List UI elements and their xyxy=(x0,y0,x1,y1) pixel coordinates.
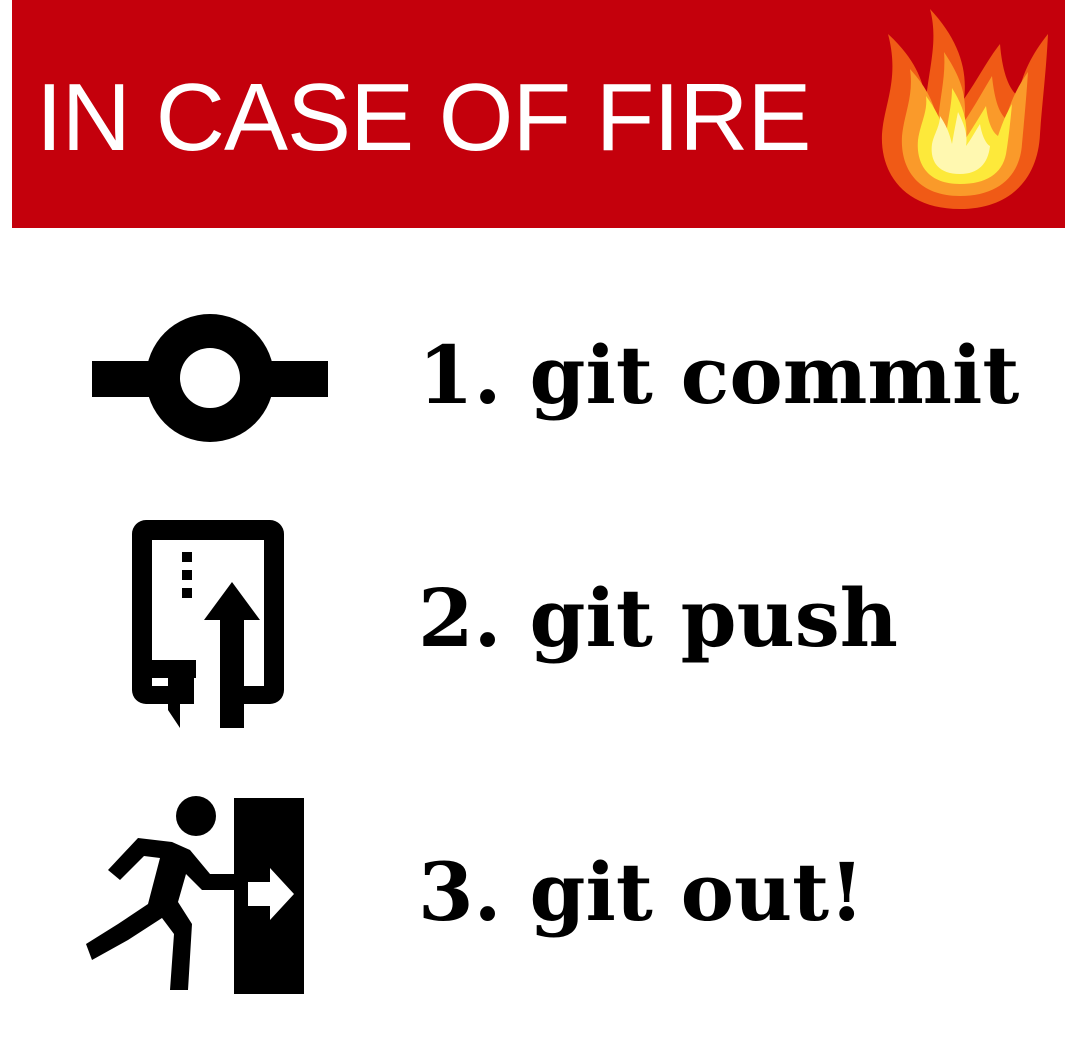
step-number: 3. xyxy=(418,845,502,939)
fire-sign: IN CASE OF FIRE 1. git commit 2. git pus… xyxy=(0,0,1080,1063)
elevator-up-icon xyxy=(132,520,284,728)
step-label: 3. git out! xyxy=(418,842,864,942)
step-command: git commit xyxy=(529,328,1020,422)
step-number: 2. xyxy=(418,571,502,665)
step-commit: 1. git commit xyxy=(0,275,1080,475)
step-push: 2. git push xyxy=(0,510,1080,728)
step-command: git out! xyxy=(529,845,865,939)
banner-title: IN CASE OF FIRE xyxy=(36,64,811,171)
commit-icon xyxy=(92,314,328,442)
step-label: 2. git push xyxy=(418,568,898,668)
step-command: git push xyxy=(529,571,898,665)
step-out: 3. git out! xyxy=(0,790,1080,994)
emergency-exit-icon xyxy=(86,796,304,994)
step-label: 1. git commit xyxy=(418,325,1019,425)
fire-banner: IN CASE OF FIRE xyxy=(12,0,1065,228)
step-number: 1. xyxy=(418,328,502,422)
fire-icon xyxy=(881,9,1048,209)
